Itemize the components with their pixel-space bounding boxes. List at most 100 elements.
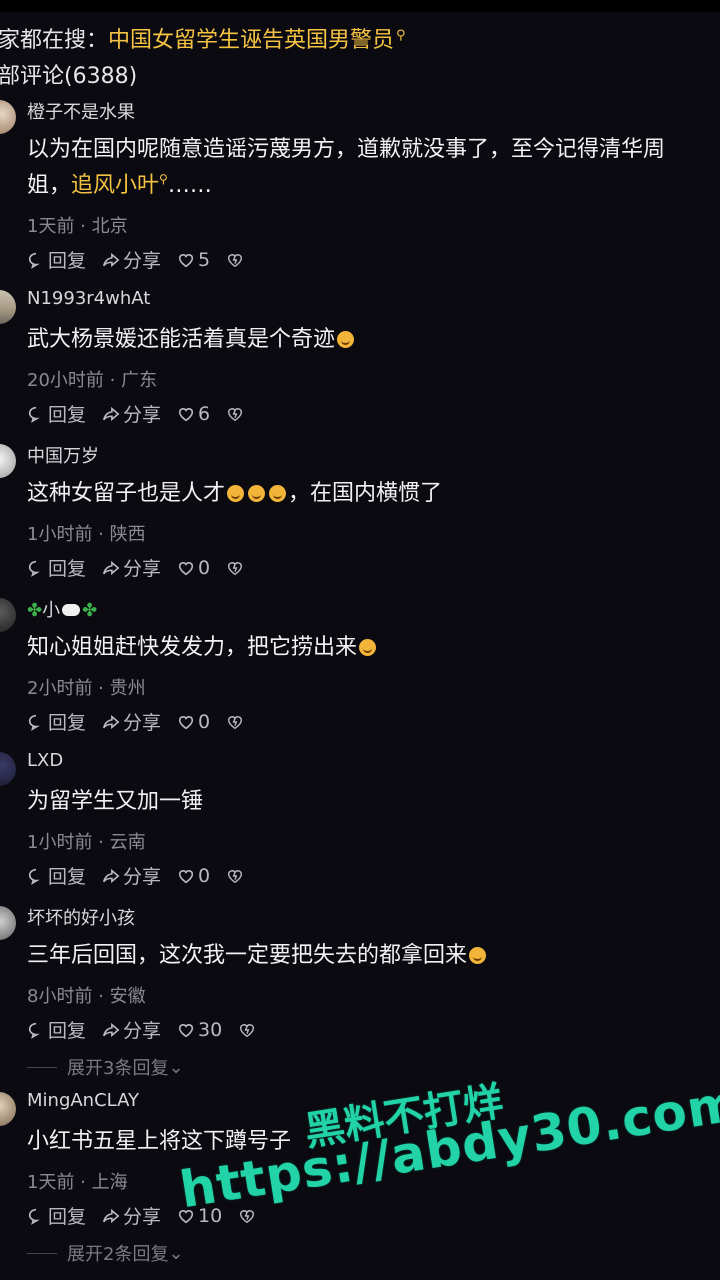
like-count: 6 [198, 402, 211, 425]
comment-username[interactable]: 坏坏的好小孩 [27, 904, 135, 930]
like-button[interactable]: 5 [177, 249, 210, 271]
share-button[interactable]: 分享 [102, 246, 161, 273]
heart-icon [178, 1209, 194, 1223]
comment-count: 部评论(6388) [0, 64, 138, 89]
avatar[interactable] [0, 100, 16, 134]
like-button[interactable]: 0 [177, 557, 210, 579]
share-button[interactable]: 分享 [102, 708, 161, 735]
heart-icon [178, 1023, 194, 1037]
expand-replies-button[interactable]: 展开2条回复 ⌄ [27, 1240, 184, 1266]
search-keyword-link[interactable]: 中国女留学生诬告英国男警员 [108, 28, 394, 53]
comment-actions: 回复 分享 0 [27, 862, 263, 889]
avatar[interactable] [0, 1092, 16, 1126]
reply-button[interactable]: 回复 [27, 400, 86, 427]
like-count: 0 [198, 864, 211, 887]
share-label: 分享 [123, 1206, 162, 1228]
heart-icon [178, 407, 194, 421]
comment-meta: 1小时前 · 云南 [27, 832, 146, 853]
reply-button[interactable]: 回复 [27, 1016, 86, 1043]
comment-actions: 回复 分享 30 [27, 1016, 275, 1043]
share-label: 分享 [123, 866, 162, 888]
avatar[interactable] [0, 752, 16, 786]
dislike-button[interactable] [226, 405, 247, 423]
comment-username[interactable]: MingAnCLAY [27, 1090, 139, 1111]
dislike-heart-icon [240, 1023, 255, 1037]
comment-meta: 8小时前 · 安徽 [27, 986, 146, 1007]
avatar[interactable] [0, 444, 16, 478]
avatar[interactable] [0, 906, 16, 940]
share-button[interactable]: 分享 [102, 1202, 161, 1229]
dislike-heart-icon [228, 561, 243, 575]
dislike-button[interactable] [226, 713, 247, 731]
emoji-icon [227, 485, 245, 502]
like-button[interactable]: 30 [177, 1019, 222, 1041]
share-button[interactable]: 分享 [102, 862, 161, 889]
clover-icon: ✤ [82, 600, 98, 621]
search-suggestion[interactable]: 家都在搜：中国女留学生诬告英国男警员 ⚲ [0, 22, 406, 54]
comment-actions: 回复 分享 5 [27, 246, 263, 273]
reply-label: 回复 [48, 1206, 87, 1228]
comment-actions: 回复 分享 0 [27, 554, 263, 581]
like-button[interactable]: 6 [177, 403, 210, 425]
reply-button[interactable]: 回复 [27, 862, 86, 889]
reply-label: 回复 [48, 404, 87, 426]
reply-button[interactable]: 回复 [27, 1202, 86, 1229]
like-count: 0 [198, 556, 211, 579]
avatar[interactable] [0, 598, 16, 632]
dislike-heart-icon [228, 715, 243, 729]
comment-username[interactable]: N1993r4whAt [27, 288, 150, 309]
dislike-button[interactable] [238, 1021, 259, 1039]
emoji-icon [359, 639, 377, 656]
share-button[interactable]: 分享 [102, 1016, 161, 1043]
dislike-button[interactable] [226, 867, 247, 885]
dislike-button[interactable] [238, 1207, 259, 1225]
reply-icon [28, 1022, 40, 1039]
reply-button[interactable]: 回复 [27, 246, 86, 273]
comment-text: 为留学生又加一锤 [27, 789, 204, 814]
share-icon [103, 1022, 120, 1037]
expand-label: 展开2条回复 [67, 1244, 169, 1265]
share-button[interactable]: 分享 [102, 554, 161, 581]
reply-label: 回复 [48, 558, 87, 580]
reply-button[interactable]: 回复 [27, 708, 86, 735]
search-keyword-link[interactable]: 追风小叶 [71, 173, 159, 198]
avatar[interactable] [0, 290, 16, 324]
reply-icon [28, 560, 40, 577]
reply-label: 回复 [48, 866, 87, 888]
heart-icon [178, 869, 194, 883]
clover-icon: ✤ [27, 600, 43, 621]
status-bar [0, 0, 720, 12]
comment-username[interactable]: LXD [27, 750, 63, 771]
reply-label: 回复 [48, 1020, 87, 1042]
divider [27, 1252, 57, 1254]
comment-text: 知心姐姐赶快发发力，把它捞出来 [27, 630, 378, 666]
chevron-down-icon: ⌄ [168, 1056, 184, 1078]
comment-text: 以为在国内呢随意造谣污蔑男方，道歉就没事了，至今记得清华周 姐，追风小叶⚲…… [27, 132, 665, 206]
reply-button[interactable]: 回复 [27, 554, 86, 581]
share-label: 分享 [123, 558, 162, 580]
heart-icon [178, 715, 194, 729]
emoji-icon [469, 947, 487, 964]
dislike-heart-icon [228, 869, 243, 883]
like-count: 10 [198, 1204, 223, 1227]
comment-username[interactable]: 橙子不是水果 [27, 98, 135, 124]
share-label: 分享 [123, 404, 162, 426]
comment-username[interactable]: ✤小 ✤ [27, 596, 97, 622]
like-button[interactable]: 0 [177, 865, 210, 887]
share-button[interactable]: 分享 [102, 400, 161, 427]
like-button[interactable]: 0 [177, 711, 210, 733]
share-label: 分享 [123, 712, 162, 734]
search-prefix: 家都在搜： [0, 28, 109, 53]
reply-label: 回复 [48, 712, 87, 734]
like-count: 0 [198, 710, 211, 733]
comment-meta: 1小时前 · 陕西 [27, 524, 146, 545]
comment-username[interactable]: 中国万岁 [27, 442, 99, 468]
share-icon [103, 406, 120, 421]
dislike-button[interactable] [226, 559, 247, 577]
like-button[interactable]: 10 [177, 1205, 222, 1227]
dislike-button[interactable] [226, 251, 247, 269]
share-label: 分享 [123, 250, 162, 272]
reply-icon [28, 252, 40, 269]
comment-text-line2: 姐， [27, 173, 72, 198]
expand-replies-button[interactable]: 展开3条回复 ⌄ [27, 1054, 184, 1080]
